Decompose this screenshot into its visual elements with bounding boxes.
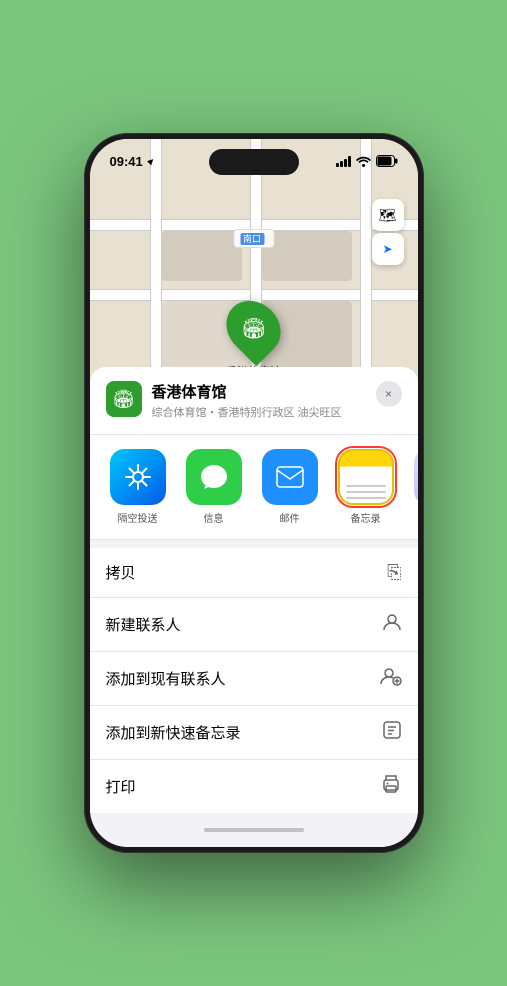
add-contact-icon <box>380 666 402 691</box>
location-arrow-icon: ▲ <box>143 154 158 169</box>
signal-bars <box>336 156 351 167</box>
airdrop-icon <box>110 449 166 505</box>
share-airdrop[interactable]: 隔空投送 <box>106 449 170 525</box>
action-add-contact-label: 添加到现有联系人 <box>106 668 226 689</box>
home-bar <box>204 828 304 832</box>
action-copy[interactable]: 拷贝 ⎘ <box>90 548 418 598</box>
share-messages[interactable]: 信息 <box>182 449 246 525</box>
action-add-note[interactable]: 添加到新快速备忘录 <box>90 706 418 760</box>
location-description: 综合体育馆・香港特别行政区 油尖旺区 <box>152 404 366 420</box>
stadium-icon: 🏟 <box>241 316 266 341</box>
action-print[interactable]: 打印 <box>90 760 418 813</box>
location-card: 🏟 香港体育馆 综合体育馆・香港特别行政区 油尖旺区 × <box>90 367 418 435</box>
mail-icon <box>262 449 318 505</box>
share-row: 隔空投送 信息 <box>90 435 418 540</box>
share-more[interactable]: 提 <box>410 449 418 525</box>
print-icon <box>380 774 402 799</box>
location-name: 香港体育馆 <box>152 381 366 402</box>
status-time: 09:41 ▲ <box>110 154 156 169</box>
mail-label: 邮件 <box>280 510 300 525</box>
location-button[interactable]: ➤ <box>372 233 404 265</box>
action-add-note-label: 添加到新快速备忘录 <box>106 722 241 743</box>
map-controls: 🗺 ➤ <box>372 199 404 265</box>
add-note-icon <box>382 720 402 745</box>
airdrop-label: 隔空投送 <box>118 510 158 525</box>
share-mail[interactable]: 邮件 <box>258 449 322 525</box>
bottom-sheet: 🏟 香港体育馆 综合体育馆・香港特别行政区 油尖旺区 × <box>90 367 418 847</box>
messages-label: 信息 <box>204 510 224 525</box>
location-arrow-icon: ➤ <box>382 242 392 256</box>
map-label: 南口 <box>233 229 274 248</box>
phone-screen: 09:41 ▲ <box>90 139 418 847</box>
action-print-label: 打印 <box>106 776 136 797</box>
battery-icon <box>376 155 398 167</box>
wifi-icon <box>356 156 371 167</box>
status-icons <box>336 155 398 167</box>
map-block <box>162 231 242 281</box>
home-indicator <box>90 813 418 847</box>
share-notes[interactable]: 备忘录 <box>334 449 398 525</box>
dynamic-island <box>209 149 299 175</box>
messages-icon <box>186 449 242 505</box>
close-button[interactable]: × <box>376 381 402 407</box>
map-block <box>262 231 352 281</box>
action-new-contact-label: 新建联系人 <box>106 614 181 635</box>
action-add-to-contact[interactable]: 添加到现有联系人 <box>90 652 418 706</box>
notes-icon <box>338 449 394 505</box>
notes-lines <box>346 485 386 499</box>
phone-frame: 09:41 ▲ <box>84 133 424 853</box>
action-list: 拷贝 ⎘ 新建联系人 添加到现有联系人 <box>90 548 418 813</box>
messages-svg <box>199 463 229 491</box>
notes-label: 备忘录 <box>351 510 381 525</box>
map-type-icon: 🗺 <box>379 207 397 224</box>
location-info: 香港体育馆 综合体育馆・香港特别行政区 油尖旺区 <box>152 381 366 420</box>
more-icon <box>414 449 418 505</box>
airdrop-svg <box>124 463 152 491</box>
mail-svg <box>275 465 305 489</box>
action-copy-label: 拷贝 <box>106 562 136 583</box>
map-type-button[interactable]: 🗺 <box>372 199 404 231</box>
new-contact-icon <box>382 612 402 637</box>
marker-pin: 🏟 <box>215 290 291 366</box>
location-venue-icon: 🏟 <box>106 381 142 417</box>
action-new-contact[interactable]: 新建联系人 <box>90 598 418 652</box>
copy-icon: ⎘ <box>387 562 401 583</box>
